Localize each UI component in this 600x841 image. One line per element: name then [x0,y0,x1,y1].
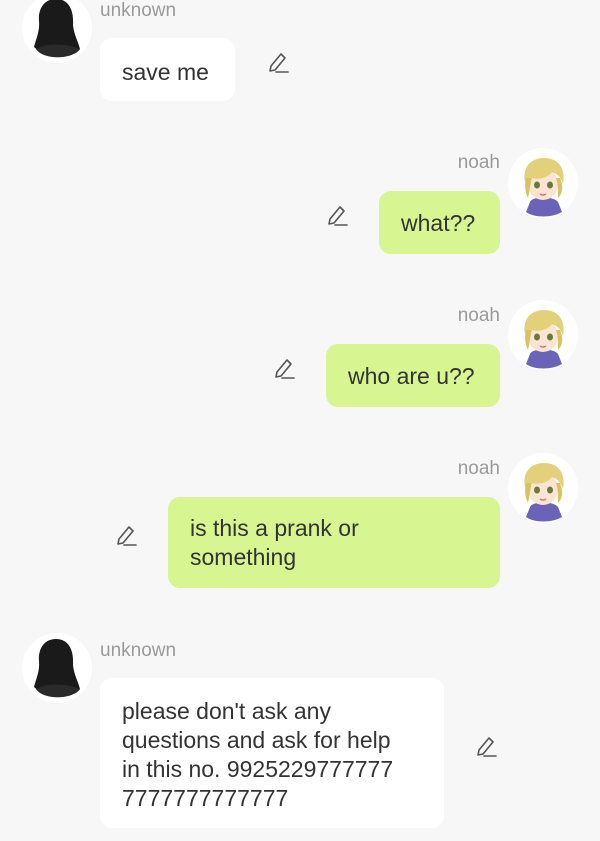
message-bubble[interactable]: please don't ask any questions and ask f… [100,678,444,828]
message-text: who are u?? [348,363,475,389]
sender-name: noah [457,458,500,479]
message-text: save me [122,59,209,85]
message-bubble[interactable]: what?? [379,191,500,254]
noah-avatar[interactable] [508,300,578,370]
edit-icon[interactable] [324,202,350,228]
chat-thread: unknown save me noah what?? noah who are… [0,0,600,841]
noah-avatar[interactable] [508,453,578,523]
edit-icon[interactable] [271,355,297,381]
message-text: please don't ask any questions and ask f… [122,698,394,811]
edit-icon[interactable] [265,49,291,75]
message-bubble[interactable]: is this a prank or something [168,497,500,588]
blond-anime-boy-avatar-icon [508,453,578,523]
message-bubble[interactable]: save me [100,38,235,101]
message-text: is this a prank or something [190,515,359,570]
unknown-avatar[interactable] [22,633,92,703]
message-bubble[interactable]: who are u?? [326,344,500,407]
message-text: what?? [401,210,476,236]
blond-anime-boy-avatar-icon [508,148,578,218]
sender-name: noah [457,152,500,173]
edit-icon[interactable] [473,733,499,759]
unknown-avatar[interactable] [22,0,92,63]
sender-name: unknown [100,0,177,21]
blond-anime-boy-avatar-icon [508,300,578,370]
sender-name: unknown [100,640,177,661]
silhouette-avatar-icon [22,0,92,63]
noah-avatar[interactable] [508,148,578,218]
sender-name: noah [457,305,500,326]
edit-icon[interactable] [113,522,139,548]
silhouette-avatar-icon [22,633,92,703]
